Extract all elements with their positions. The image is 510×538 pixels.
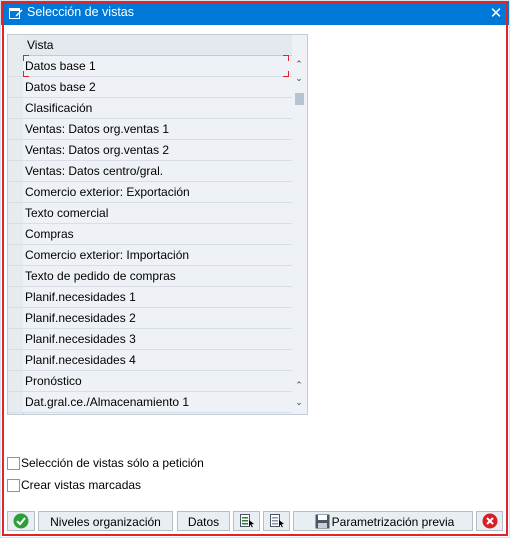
cancel-icon — [482, 513, 498, 529]
select-all-button[interactable] — [233, 511, 260, 531]
cancel-button[interactable] — [476, 511, 503, 531]
table-row[interactable]: Comercio exterior: Importación — [23, 245, 292, 266]
row-label: Pronóstico — [25, 374, 82, 388]
row-selector[interactable] — [8, 161, 23, 182]
row-selector[interactable] — [8, 182, 23, 203]
row-selector[interactable] — [8, 119, 23, 140]
row-label: Datos base 2 — [25, 80, 96, 94]
row-selector[interactable] — [8, 392, 23, 413]
table-row[interactable]: Ventas: Datos org.ventas 1 — [23, 119, 292, 140]
button-bar: Niveles organización Datos Parametrizaci… — [7, 511, 503, 533]
row-selector[interactable] — [8, 98, 23, 119]
table-row[interactable]: Planif.necesidades 1 — [23, 287, 292, 308]
row-label: Texto de pedido de compras — [25, 269, 176, 283]
org-levels-label: Niveles organización — [50, 515, 161, 529]
on-request-label: Selección de vistas sólo a petición — [21, 456, 204, 470]
row-selector[interactable] — [8, 350, 23, 371]
edit-window-icon — [9, 6, 23, 19]
row-selector[interactable] — [8, 77, 23, 98]
row-label: Ventas: Datos centro/gral. — [25, 164, 164, 178]
row-label: Comercio exterior: Exportación — [25, 185, 190, 199]
row-label: Planif.necesidades 2 — [25, 311, 136, 325]
row-selector[interactable] — [8, 329, 23, 350]
row-label: Ventas: Datos org.ventas 1 — [25, 122, 170, 136]
row-selector[interactable] — [8, 245, 23, 266]
row-label: Datos base 1 — [25, 59, 96, 73]
views-table: Vista Datos base 1 Datos base 2 Clasificac… — [7, 34, 308, 415]
dialog-window: Selección de vistas ✕ Vista Datos base 1… — [0, 0, 510, 538]
select-all-icon — [240, 514, 254, 528]
row-selector[interactable] — [8, 56, 23, 77]
scroll-up-icon[interactable]: ⌃ — [292, 379, 306, 393]
confirm-button[interactable] — [7, 511, 35, 531]
default-values-button[interactable]: Parametrización previa — [293, 511, 473, 531]
table-row[interactable]: Planif.necesidades 2 — [23, 308, 292, 329]
row-label: Comercio exterior: Importación — [25, 248, 190, 262]
scroll-down-icon[interactable]: ⌄ — [292, 396, 306, 410]
table-row[interactable]: Planif.necesidades 3 — [23, 329, 292, 350]
table-row[interactable]: Texto comercial — [23, 203, 292, 224]
row-selector[interactable] — [8, 203, 23, 224]
table-row[interactable]: Planif.necesidades 4 — [23, 350, 292, 371]
table-row[interactable]: Ventas: Datos org.ventas 2 — [23, 140, 292, 161]
data-button[interactable]: Datos — [177, 511, 230, 531]
scroll-thumb[interactable] — [295, 93, 304, 105]
table-row[interactable]: Clasificación — [23, 98, 292, 119]
table-row[interactable]: Datos base 2 — [23, 77, 292, 98]
title-bar[interactable]: Selección de vistas ✕ — [1, 1, 509, 25]
default-values-label: Parametrización previa — [331, 515, 455, 529]
org-levels-button[interactable]: Niveles organización — [38, 511, 173, 531]
row-selector[interactable] — [8, 140, 23, 161]
close-icon[interactable]: ✕ — [487, 4, 505, 22]
table-rows: Datos base 1 Datos base 2 Clasificación Ven… — [23, 55, 292, 413]
row-label: Texto comercial — [25, 206, 109, 220]
row-selector[interactable] — [8, 308, 23, 329]
row-selector-column — [8, 35, 24, 414]
row-label: Clasificación — [25, 101, 93, 115]
focus-corner-marker — [23, 55, 29, 61]
table-row[interactable]: Pronóstico — [23, 371, 292, 392]
column-header-vista: Vista — [27, 38, 54, 52]
table-header[interactable]: Vista — [23, 35, 292, 56]
table-row[interactable]: Texto de pedido de compras — [23, 266, 292, 287]
deselect-icon — [270, 514, 284, 528]
row-selector[interactable] — [8, 224, 23, 245]
on-request-checkbox[interactable] — [7, 457, 20, 470]
table-row[interactable]: Dat.gral.ce./Almacenamiento 1 — [23, 392, 292, 413]
data-label: Datos — [187, 515, 220, 529]
create-marked-label: Crear vistas marcadas — [21, 478, 142, 492]
save-icon — [315, 514, 330, 529]
row-label: Planif.necesidades 1 — [25, 290, 136, 304]
deselect-all-button[interactable] — [263, 511, 290, 531]
table-scrollbar[interactable]: ⌃ ⌄ ⌃ ⌄ — [292, 56, 306, 413]
focus-corner-marker — [283, 55, 289, 61]
row-selector[interactable] — [8, 266, 23, 287]
row-label: Dat.gral.ce./Almacenamiento 1 — [25, 395, 190, 409]
row-label: Planif.necesidades 3 — [25, 332, 136, 346]
table-row[interactable]: Comercio exterior: Exportación — [23, 182, 292, 203]
table-row[interactable]: Ventas: Datos centro/gral. — [23, 161, 292, 182]
row-selector[interactable] — [8, 287, 23, 308]
table-row[interactable]: Datos base 1 — [23, 55, 292, 77]
row-label: Ventas: Datos org.ventas 2 — [25, 143, 170, 157]
create-marked-checkbox[interactable] — [7, 479, 20, 492]
dialog-title: Selección de vistas — [27, 5, 135, 19]
table-row[interactable]: Compras — [23, 224, 292, 245]
scroll-down-icon[interactable]: ⌄ — [292, 72, 306, 86]
row-label: Compras — [25, 227, 74, 241]
row-label: Planif.necesidades 4 — [25, 353, 136, 367]
scroll-up-icon[interactable]: ⌃ — [292, 58, 306, 72]
row-selector[interactable] — [8, 371, 23, 392]
check-icon — [13, 513, 29, 529]
